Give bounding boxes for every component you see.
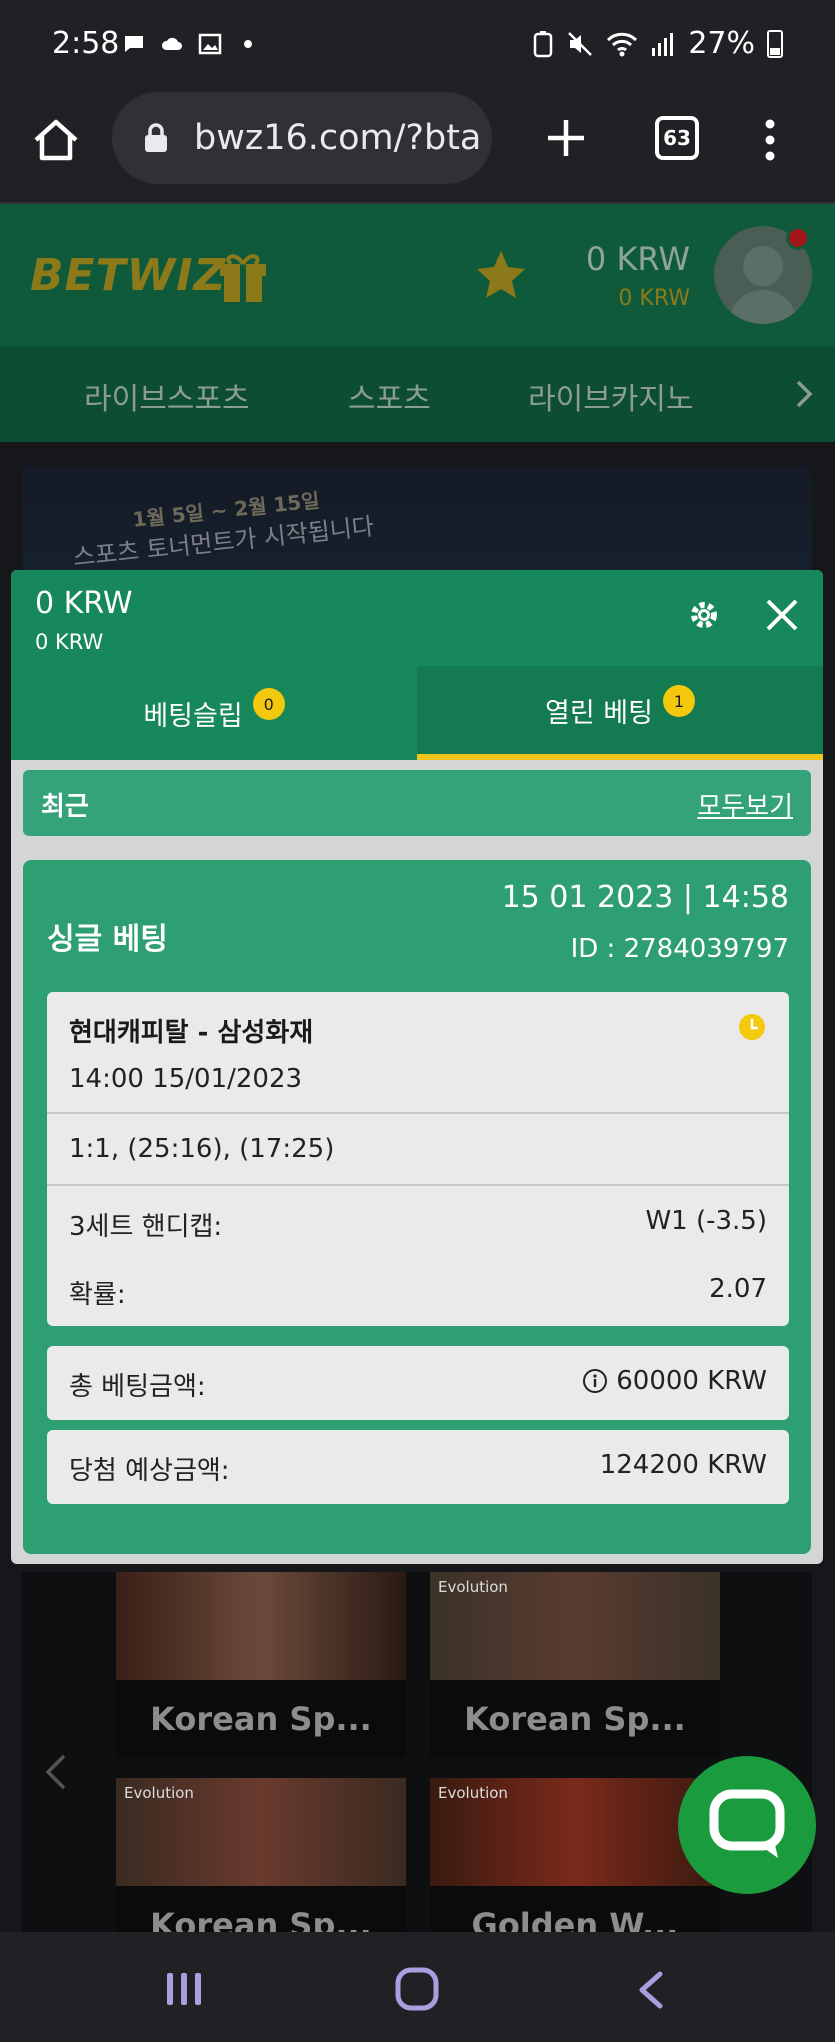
tab-label: 베팅슬립: [143, 700, 243, 732]
site-header: BETWIZ 0 KRW 0 KRW: [0, 204, 835, 346]
gear-icon[interactable]: [687, 598, 721, 632]
game-tile[interactable]: Evolution Korean Sp...: [430, 1572, 720, 1758]
home-icon[interactable]: [30, 114, 82, 166]
nav-item-sports[interactable]: 스포츠: [348, 374, 431, 418]
chevron-left-icon[interactable]: [44, 1752, 68, 1792]
game-title: Korean Sp...: [150, 1700, 372, 1738]
close-icon[interactable]: [765, 598, 799, 632]
event-start-time: 14:00 15/01/2023: [69, 1064, 303, 1094]
count-badge: 0: [252, 688, 285, 720]
slip-tabs: 베팅슬립 0 열린 베팅 1: [11, 666, 823, 760]
bet-card: 싱글 베팅 15 01 2023 | 14:58 ID : 2784039797…: [23, 860, 811, 1554]
browser-toolbar: bwz16.com/?bta 63: [0, 92, 835, 204]
market-label: 3세트 핸디캡:: [69, 1212, 223, 1242]
odds-label: 확률:: [69, 1280, 126, 1310]
total-stake-value: 60000 KRW: [616, 1366, 767, 1396]
bet-id: ID : 2784039797: [570, 934, 789, 964]
game-tile[interactable]: Evolution Korean Sp...: [116, 1778, 406, 1932]
tab-bet-slip[interactable]: 베팅슬립 0: [11, 666, 417, 760]
signal-icon: [652, 32, 674, 56]
potential-win-row: 당첨 예상금액: 124200 KRW: [47, 1430, 789, 1504]
odds-value: 2.07: [709, 1274, 767, 1304]
game-tile[interactable]: Korean Sp...: [116, 1572, 406, 1758]
back-icon[interactable]: [636, 1970, 666, 2010]
status-right: 27%: [532, 26, 783, 61]
count-badge: 1: [662, 685, 695, 717]
cloud-icon: [161, 37, 182, 50]
system-nav-bar: [0, 1932, 835, 2042]
image-icon: [198, 33, 222, 55]
wifi-icon: [607, 32, 638, 56]
lock-icon: [145, 123, 167, 152]
notification-dot: [786, 226, 810, 250]
provider-label: Evolution: [438, 1578, 508, 1596]
betwiz-logo[interactable]: BETWIZ: [30, 250, 226, 301]
screen: 2:58 27% bwz16.com/?bta 63 BETWIZ 0 KRW …: [0, 0, 835, 2042]
new-tab-icon[interactable]: [540, 112, 592, 164]
tab-switcher-button[interactable]: 63: [655, 116, 699, 160]
market-value: W1 (-3.5): [645, 1206, 767, 1236]
slip-balance: 0 KRW: [35, 586, 133, 621]
url-bar[interactable]: bwz16.com/?bta: [112, 92, 492, 184]
header-bonus-balance: 0 KRW: [618, 286, 690, 311]
battery-percent: 27%: [688, 26, 755, 61]
favorites-star-icon[interactable]: [474, 248, 528, 302]
chevron-right-icon[interactable]: [794, 378, 814, 410]
bet-type: 싱글 베팅: [47, 922, 168, 957]
total-stake: 60000 KRW: [582, 1366, 767, 1396]
info-icon[interactable]: [582, 1368, 608, 1394]
recent-label: 최근: [41, 792, 89, 822]
status-time: 2:58: [52, 26, 120, 61]
url-text: bwz16.com/?bta: [194, 118, 482, 158]
status-bar: 2:58 27%: [0, 0, 835, 92]
game-title: Korean Sp...: [464, 1700, 686, 1738]
slip-bonus-balance: 0 KRW: [35, 630, 104, 654]
divider: [47, 1112, 789, 1114]
gift-icon[interactable]: [216, 244, 270, 304]
battery-icon: [767, 29, 783, 58]
home-nav-icon[interactable]: [394, 1966, 440, 2012]
bet-datetime: 15 01 2023 | 14:58: [501, 880, 789, 915]
promo-banner[interactable]: 1월 5일 ~ 2월 15일 스포츠 토너먼트가 시작됩니다: [22, 466, 812, 586]
game-tile[interactable]: Evolution Golden W...: [430, 1778, 720, 1932]
game-title: Korean Sp...: [150, 1906, 372, 1932]
battery-saver-icon: [534, 30, 553, 57]
message-icon: [125, 36, 143, 52]
more-menu-icon[interactable]: [756, 116, 784, 164]
nav-item-live-casino[interactable]: 라이브카지노: [528, 374, 694, 418]
main-nav: 라이브스포츠 스포츠 라이브카지노: [0, 346, 835, 442]
bet-slip-panel: 0 KRW 0 KRW 베팅슬립 0 열린 베팅 1 최근 모두보기 싱글 베팅…: [11, 570, 823, 1564]
total-stake-label: 총 베팅금액:: [69, 1372, 206, 1402]
tab-label: 열린 베팅: [545, 697, 653, 729]
recent-apps-icon[interactable]: [164, 1970, 204, 2008]
potential-win-label: 당첨 예상금액:: [69, 1456, 230, 1486]
divider: [47, 1184, 789, 1186]
event-score: 1:1, (25:16), (17:25): [69, 1134, 335, 1164]
mute-icon: [568, 31, 593, 56]
total-stake-row: 총 베팅금액: 60000 KRW: [47, 1346, 789, 1420]
slip-header: 0 KRW 0 KRW: [11, 570, 823, 666]
chat-bubble-icon: [709, 1789, 785, 1858]
event-name: 현대캐피탈 - 삼성화재: [69, 1018, 314, 1048]
clock-icon: [739, 1014, 765, 1040]
provider-label: Evolution: [124, 1784, 194, 1802]
tab-open-bets[interactable]: 열린 베팅 1: [417, 666, 823, 760]
view-all-link[interactable]: 모두보기: [697, 786, 793, 823]
event-details: 현대캐피탈 - 삼성화재 14:00 15/01/2023 1:1, (25:1…: [47, 992, 789, 1326]
game-thumbnail: [116, 1572, 406, 1680]
notification-icons: [122, 32, 260, 56]
recent-bar: 최근 모두보기: [23, 770, 811, 836]
potential-win-value: 124200 KRW: [599, 1450, 767, 1480]
nav-item-live-sports[interactable]: 라이브스포츠: [84, 374, 250, 418]
provider-label: Evolution: [438, 1784, 508, 1802]
header-balance: 0 KRW: [585, 240, 690, 278]
game-title: Golden W...: [471, 1906, 679, 1932]
dot-icon: [244, 40, 252, 48]
chat-button[interactable]: [678, 1756, 816, 1894]
